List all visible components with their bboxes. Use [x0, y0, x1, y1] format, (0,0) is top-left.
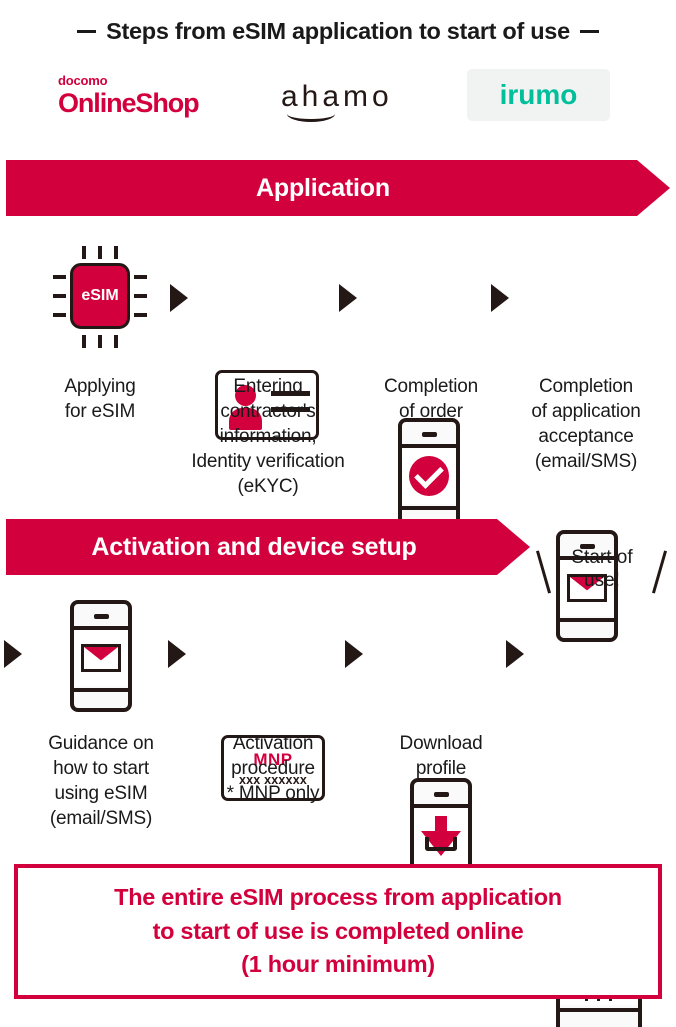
phone-divider [74, 688, 128, 692]
chip-pin-icon [82, 335, 86, 348]
step-arrow-icon [491, 284, 509, 312]
step-caption-entering-contractor-information: Entering contractor's information, Identity… [191, 376, 345, 498]
step-caption-completion-of-application-acceptance: Completion of application acceptance (email… [531, 376, 641, 473]
infographic-page: Steps from eSIM application to start of … [0, 0, 676, 1027]
step-caption-download-profile: Download profile [399, 733, 483, 780]
flow-row-application: eSIM [0, 240, 676, 642]
phone-divider [74, 626, 128, 630]
step-arrow-icon [168, 640, 186, 668]
ahamo-smile-icon [287, 108, 335, 122]
chip-pin-icon [53, 275, 66, 279]
envelope-flap-icon [84, 647, 118, 661]
step-arrow-icon [339, 284, 357, 312]
step-caption-guidance-how-to-start: Guidance on how to start using eSIM (email/… [48, 733, 154, 830]
logo-ahamo: ahamo [281, 82, 393, 122]
step-caption-applying-for-esim: Applying for eSIM [64, 376, 136, 423]
logo-irumo: irumo [467, 69, 610, 121]
phone-divider [414, 804, 468, 808]
chip-pin-icon [134, 294, 147, 298]
chip-pin-icon [114, 335, 118, 348]
page-title: Steps from eSIM application to start of … [0, 18, 676, 45]
phone-divider [560, 1008, 638, 1012]
phone-divider [402, 444, 456, 448]
envelope-icon [81, 644, 121, 672]
step-caption-activation-procedure: Activation procedure * MNP only [226, 733, 320, 805]
logo-docomo-online-shop: docomo OnlineShop [58, 73, 200, 118]
step-arrow-icon [170, 284, 188, 312]
title-dash-left-icon [77, 30, 97, 33]
esim-chip-icon: eSIM [70, 263, 130, 329]
phone-screen [414, 808, 468, 864]
start-of-use-line2: use! [584, 570, 620, 591]
step-icon-applying-for-esim: eSIM [52, 245, 148, 351]
start-of-use-callout: Start of use! [535, 546, 668, 596]
summary-box: The entire eSIM process from application… [14, 864, 662, 999]
online-shop-wordmark: OnlineShop [58, 88, 200, 118]
chip-pin-icon [134, 313, 147, 317]
chip-pin-icon [53, 294, 66, 298]
section-banner-activation-label: Activation and device setup [91, 532, 417, 561]
phone-screen [74, 630, 128, 686]
chip-pin-icon [134, 275, 147, 279]
step-icon-phone-guidance [70, 600, 132, 712]
step-arrow-icon [506, 640, 524, 668]
chip-pin-icon [82, 246, 86, 259]
phone-divider [402, 506, 456, 510]
start-of-use-line1: Start of [571, 547, 633, 568]
section-banner-application-label: Application [256, 173, 390, 202]
phone-speaker-icon [434, 792, 449, 797]
section-banner-activation: Activation and device setup [6, 519, 530, 575]
chip-pin-icon [114, 246, 118, 259]
callout-slash-left-icon [535, 550, 552, 594]
step-arrow-icon [345, 640, 363, 668]
step-icon-phone-order-complete [398, 418, 460, 530]
callout-slash-right-icon [651, 550, 668, 594]
docomo-wordmark: docomo [58, 73, 108, 88]
esim-chip-label: eSIM [81, 287, 119, 304]
step-arrow-icon [4, 640, 22, 668]
chip-pin-icon [98, 335, 102, 348]
page-title-text: Steps from eSIM application to start of … [106, 18, 570, 44]
check-circle-icon [409, 456, 449, 496]
section-banner-application: Application [6, 160, 670, 216]
download-icon [419, 814, 463, 858]
summary-line-3: (1 hour minimum) [241, 951, 435, 978]
summary-line-1: The entire eSIM process from application [114, 884, 562, 911]
phone-speaker-icon [422, 432, 437, 437]
phone-screen [402, 448, 456, 504]
chip-pin-icon [53, 313, 66, 317]
step-caption-completion-of-order: Completion of order [383, 376, 479, 423]
title-dash-right-icon [579, 30, 599, 33]
download-tray-icon [425, 837, 457, 851]
brand-logo-row: docomo OnlineShop ahamo irumo [0, 69, 676, 130]
irumo-wordmark: irumo [499, 79, 578, 110]
flow-row-activation: MNP xxx xxxxxx [0, 598, 676, 1027]
phone-speaker-icon [94, 614, 109, 619]
chip-pin-icon [98, 246, 102, 259]
summary-line-2: to start of use is completed online [152, 917, 524, 944]
